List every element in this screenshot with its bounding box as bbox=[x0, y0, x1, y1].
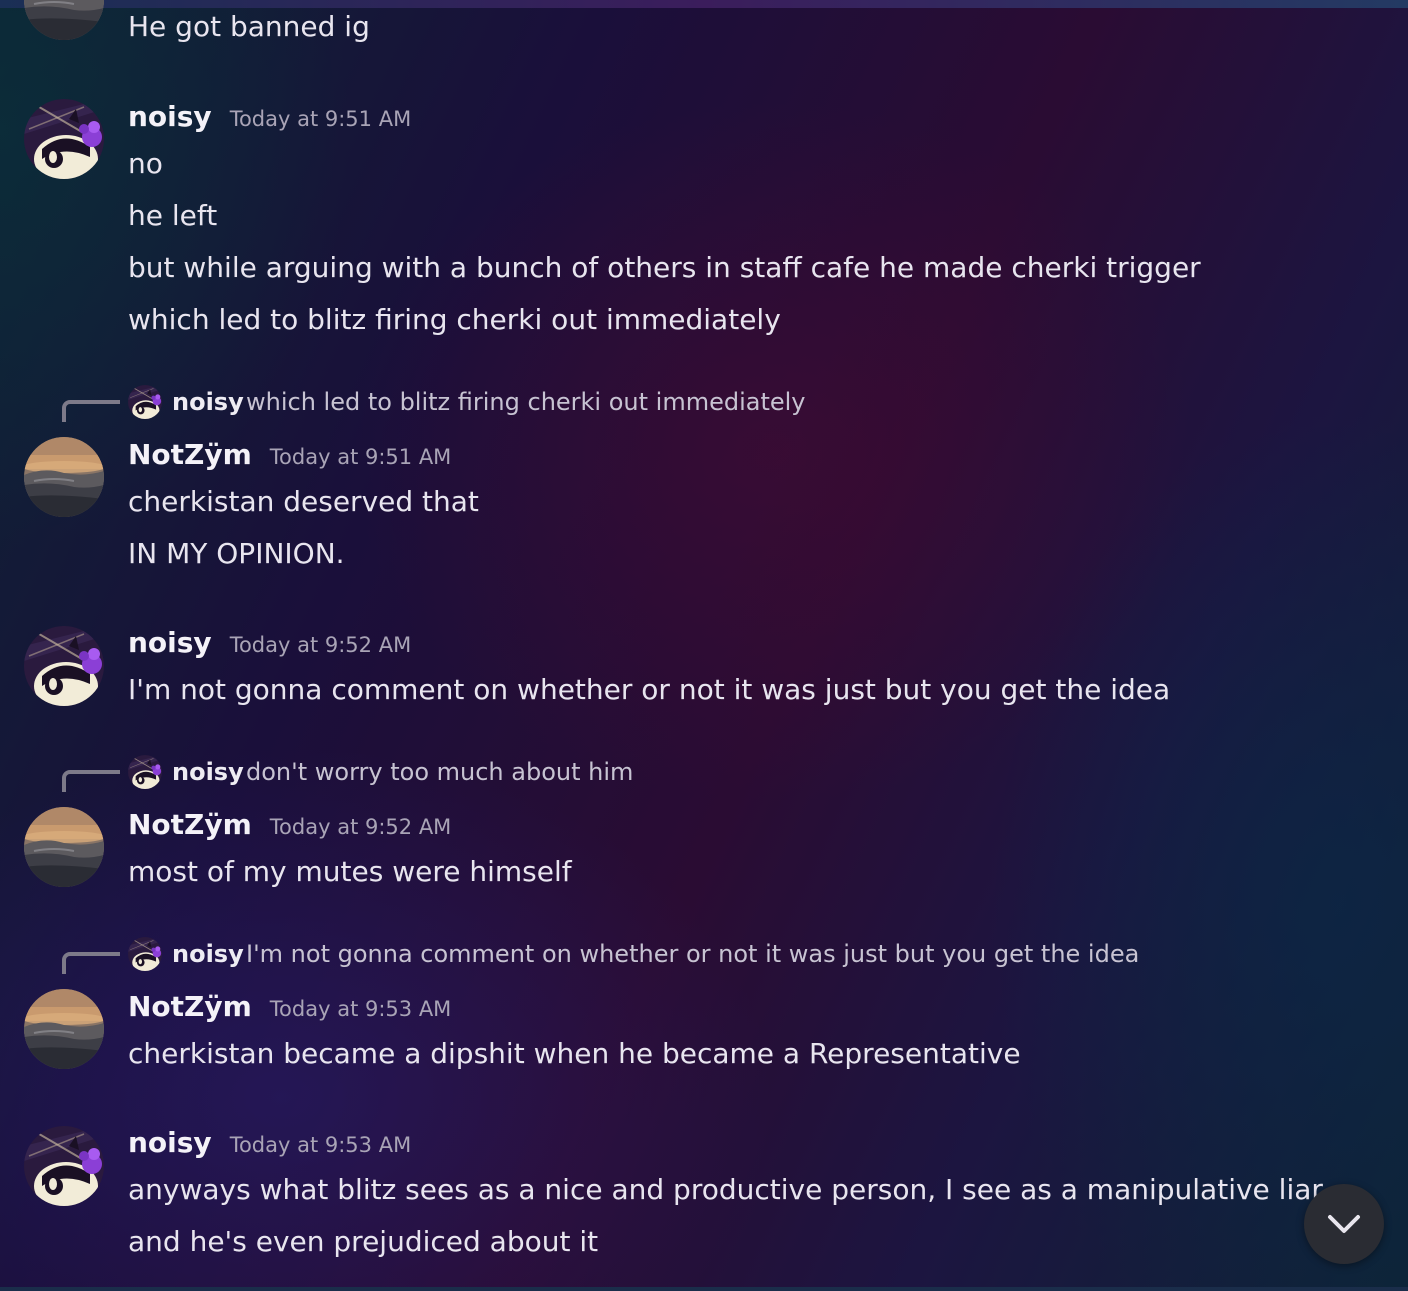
reply-snippet[interactable]: don't worry too much about him bbox=[246, 756, 633, 788]
reply-username[interactable]: noisy bbox=[172, 386, 244, 418]
sunset-landscape-avatar-icon bbox=[24, 807, 104, 887]
purple-cat-avatar-icon bbox=[128, 755, 162, 789]
reply-spine bbox=[62, 952, 120, 974]
sunset-landscape-avatar-icon bbox=[24, 989, 104, 1069]
timestamp[interactable]: Today at 9:51 AM bbox=[270, 445, 452, 469]
reply-avatar bbox=[128, 385, 162, 419]
sunset-landscape-avatar-icon bbox=[24, 0, 104, 40]
sunset-landscape-avatar-icon bbox=[24, 437, 104, 517]
purple-cat-avatar-icon bbox=[24, 99, 104, 179]
message-line: IN MY OPINION. bbox=[128, 537, 345, 570]
message-header: NotZÿm Today at 9:51 AM bbox=[128, 438, 451, 471]
avatar[interactable] bbox=[24, 0, 104, 40]
reply-avatar bbox=[128, 937, 162, 971]
username[interactable]: NotZÿm bbox=[128, 808, 252, 841]
reply-avatar bbox=[128, 755, 162, 789]
avatar[interactable] bbox=[24, 626, 104, 706]
chevron-down-icon bbox=[1328, 1215, 1360, 1233]
username[interactable]: NotZÿm bbox=[128, 438, 252, 471]
purple-cat-avatar-icon bbox=[128, 937, 162, 971]
jump-to-present-button[interactable] bbox=[1304, 1184, 1384, 1264]
timestamp[interactable]: Today at 9:53 AM bbox=[270, 997, 452, 1021]
message-header: noisy Today at 9:53 AM bbox=[128, 1126, 411, 1159]
timestamp[interactable]: Today at 9:52 AM bbox=[230, 633, 412, 657]
avatar[interactable] bbox=[24, 99, 104, 179]
reply-snippet[interactable]: which led to blitz firing cherki out imm… bbox=[246, 386, 806, 418]
avatar[interactable] bbox=[24, 989, 104, 1069]
timestamp[interactable]: Today at 9:53 AM bbox=[230, 1133, 412, 1157]
reply-username[interactable]: noisy bbox=[172, 756, 244, 788]
username[interactable]: noisy bbox=[128, 1126, 212, 1159]
reply-spine bbox=[62, 400, 120, 422]
bottom-edge bbox=[0, 1287, 1408, 1291]
message-line: I'm not gonna comment on whether or not … bbox=[128, 673, 1171, 706]
message-line: no bbox=[128, 147, 163, 180]
message-line: which led to blitz firing cherki out imm… bbox=[128, 303, 781, 336]
username[interactable]: noisy bbox=[128, 100, 212, 133]
timestamp[interactable]: Today at 9:51 AM bbox=[230, 107, 412, 131]
timestamp[interactable]: Today at 9:52 AM bbox=[270, 815, 452, 839]
avatar[interactable] bbox=[24, 437, 104, 517]
message-line: but while arguing with a bunch of others… bbox=[128, 251, 1201, 284]
message-line: most of my mutes were himself bbox=[128, 855, 572, 888]
message-line: he left bbox=[128, 199, 218, 232]
message-header: NotZÿm Today at 9:52 AM bbox=[128, 808, 451, 841]
message-line: cherkistan deserved that bbox=[128, 485, 479, 518]
reply-username[interactable]: noisy bbox=[172, 938, 244, 970]
message-header: noisy Today at 9:51 AM bbox=[128, 100, 411, 133]
username[interactable]: noisy bbox=[128, 626, 212, 659]
message-line: cherkistan became a dipshit when he beca… bbox=[128, 1037, 1021, 1070]
message-line: He got banned ig bbox=[128, 10, 370, 43]
message-header: NotZÿm Today at 9:53 AM bbox=[128, 990, 451, 1023]
reply-snippet[interactable]: I'm not gonna comment on whether or not … bbox=[246, 938, 1139, 970]
message-header: noisy Today at 9:52 AM bbox=[128, 626, 411, 659]
reply-spine bbox=[62, 770, 120, 792]
message-line: and he's even prejudiced about it bbox=[128, 1225, 599, 1258]
purple-cat-avatar-icon bbox=[24, 626, 104, 706]
message-line: anyways what blitz sees as a nice and pr… bbox=[128, 1173, 1323, 1206]
avatar[interactable] bbox=[24, 807, 104, 887]
top-edge bbox=[0, 0, 1408, 8]
purple-cat-avatar-icon bbox=[24, 1126, 104, 1206]
purple-cat-avatar-icon bbox=[128, 385, 162, 419]
avatar[interactable] bbox=[24, 1126, 104, 1206]
username[interactable]: NotZÿm bbox=[128, 990, 252, 1023]
